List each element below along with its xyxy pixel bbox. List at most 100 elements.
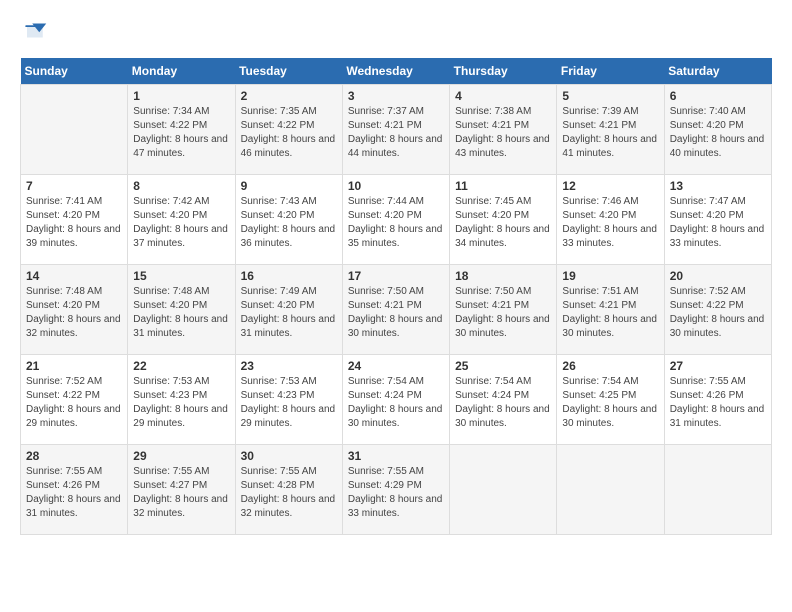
- day-number: 26: [562, 359, 658, 373]
- calendar-week-row: 21 Sunrise: 7:52 AMSunset: 4:22 PMDayligh…: [21, 355, 772, 445]
- calendar-table: SundayMondayTuesdayWednesdayThursdayFrid…: [20, 58, 772, 535]
- day-number: 22: [133, 359, 229, 373]
- calendar-week-row: 28Sunrise: 7:55 AMSunset: 4:26 PMDayligh…: [21, 445, 772, 535]
- day-number: 10: [348, 179, 444, 193]
- calendar-cell: [664, 445, 771, 535]
- calendar-cell: 30 Sunrise: 7:55 AMSunset: 4:28 PMDayligh…: [235, 445, 342, 535]
- calendar-cell: 9 Sunrise: 7:43 AMSunset: 4:20 PMDaylight…: [235, 175, 342, 265]
- calendar-cell: 26 Sunrise: 7:54 AMSunset: 4:25 PMDayligh…: [557, 355, 664, 445]
- day-info: Sunrise: 7:50 AMSunset: 4:21 PMDaylight:…: [348, 285, 444, 341]
- day-number: 14: [26, 269, 122, 283]
- day-info: Sunrise: 7:34 AMSunset: 4:22 PMDaylight:…: [133, 105, 229, 161]
- day-number: 3: [348, 89, 444, 103]
- day-number: 11: [455, 179, 551, 193]
- day-number: 18: [455, 269, 551, 283]
- day-number: 21: [26, 359, 122, 373]
- day-number: 27: [670, 359, 766, 373]
- day-info: Sunrise: 7:49 AMSunset: 4:20 PMDaylight:…: [241, 285, 337, 341]
- calendar-week-row: 7 Sunrise: 7:41 AMSunset: 4:20 PMDaylight…: [21, 175, 772, 265]
- day-number: 7: [26, 179, 122, 193]
- day-number: 19: [562, 269, 658, 283]
- header-monday: Monday: [128, 58, 235, 85]
- day-info: Sunrise: 7:52 AMSunset: 4:22 PMDaylight:…: [670, 285, 766, 341]
- calendar-cell: 10 Sunrise: 7:44 AMSunset: 4:20 PMDayligh…: [342, 175, 449, 265]
- day-number: 16: [241, 269, 337, 283]
- day-number: 5: [562, 89, 658, 103]
- calendar-cell: 1 Sunrise: 7:34 AMSunset: 4:22 PMDaylight…: [128, 85, 235, 175]
- calendar-cell: 13 Sunrise: 7:47 AMSunset: 4:20 PMDayligh…: [664, 175, 771, 265]
- header-tuesday: Tuesday: [235, 58, 342, 85]
- day-info: Sunrise: 7:51 AMSunset: 4:21 PMDaylight:…: [562, 285, 658, 341]
- calendar-cell: 17 Sunrise: 7:50 AMSunset: 4:21 PMDayligh…: [342, 265, 449, 355]
- day-info: Sunrise: 7:46 AMSunset: 4:20 PMDaylight:…: [562, 195, 658, 251]
- calendar-cell: 25 Sunrise: 7:54 AMSunset: 4:24 PMDayligh…: [450, 355, 557, 445]
- day-info: Sunrise: 7:45 AMSunset: 4:20 PMDaylight:…: [455, 195, 551, 251]
- calendar-cell: 21 Sunrise: 7:52 AMSunset: 4:22 PMDayligh…: [21, 355, 128, 445]
- day-number: 12: [562, 179, 658, 193]
- header-wednesday: Wednesday: [342, 58, 449, 85]
- day-info: Sunrise: 7:55 AMSunset: 4:26 PMDaylight:…: [26, 465, 122, 521]
- day-info: Sunrise: 7:43 AMSunset: 4:20 PMDaylight:…: [241, 195, 337, 251]
- calendar-cell: 6 Sunrise: 7:40 AMSunset: 4:20 PMDaylight…: [664, 85, 771, 175]
- day-number: 13: [670, 179, 766, 193]
- day-number: 29: [133, 449, 229, 463]
- calendar-cell: 16 Sunrise: 7:49 AMSunset: 4:20 PMDayligh…: [235, 265, 342, 355]
- calendar-cell: 29 Sunrise: 7:55 AMSunset: 4:27 PMDayligh…: [128, 445, 235, 535]
- calendar-cell: 18 Sunrise: 7:50 AMSunset: 4:21 PMDayligh…: [450, 265, 557, 355]
- calendar-cell: 14Sunrise: 7:48 AMSunset: 4:20 PMDayligh…: [21, 265, 128, 355]
- day-number: 30: [241, 449, 337, 463]
- day-info: Sunrise: 7:55 AMSunset: 4:29 PMDaylight:…: [348, 465, 444, 521]
- calendar-cell: 20Sunrise: 7:52 AMSunset: 4:22 PMDayligh…: [664, 265, 771, 355]
- calendar-cell: 23 Sunrise: 7:53 AMSunset: 4:23 PMDayligh…: [235, 355, 342, 445]
- day-number: 25: [455, 359, 551, 373]
- day-info: Sunrise: 7:44 AMSunset: 4:20 PMDaylight:…: [348, 195, 444, 251]
- day-info: Sunrise: 7:41 AMSunset: 4:20 PMDaylight:…: [26, 195, 122, 251]
- calendar-cell: 3 Sunrise: 7:37 AMSunset: 4:21 PMDaylight…: [342, 85, 449, 175]
- calendar-cell: 11 Sunrise: 7:45 AMSunset: 4:20 PMDayligh…: [450, 175, 557, 265]
- day-info: Sunrise: 7:47 AMSunset: 4:20 PMDaylight:…: [670, 195, 766, 251]
- calendar-cell: 2 Sunrise: 7:35 AMSunset: 4:22 PMDaylight…: [235, 85, 342, 175]
- calendar-cell: [450, 445, 557, 535]
- day-info: Sunrise: 7:55 AMSunset: 4:28 PMDaylight:…: [241, 465, 337, 521]
- day-info: Sunrise: 7:53 AMSunset: 4:23 PMDaylight:…: [241, 375, 337, 431]
- day-info: Sunrise: 7:55 AMSunset: 4:26 PMDaylight:…: [670, 375, 766, 431]
- day-number: 15: [133, 269, 229, 283]
- day-info: Sunrise: 7:52 AMSunset: 4:22 PMDaylight:…: [26, 375, 122, 431]
- logo-icon: [20, 20, 48, 48]
- calendar-cell: 27 Sunrise: 7:55 AMSunset: 4:26 PMDayligh…: [664, 355, 771, 445]
- calendar-cell: [557, 445, 664, 535]
- calendar-week-row: 14 Sunrise: 7:48 AMSunset: 4:20 PMDayligh…: [21, 265, 772, 355]
- calendar-cell: 5 Sunrise: 7:39 AMSunset: 4:21 PMDaylight…: [557, 85, 664, 175]
- day-info: Sunrise: 7:40 AMSunset: 4:20 PMDaylight:…: [670, 105, 766, 161]
- day-info: Sunrise: 7:35 AMSunset: 4:22 PMDaylight:…: [241, 105, 337, 161]
- day-info: Sunrise: 7:48 AMSunset: 4:20 PMDaylight:…: [133, 285, 229, 341]
- day-number: 2: [241, 89, 337, 103]
- day-number: 9: [241, 179, 337, 193]
- page-header: [20, 20, 772, 48]
- calendar-cell: 19 Sunrise: 7:51 AMSunset: 4:21 PMDayligh…: [557, 265, 664, 355]
- day-number: 1: [133, 89, 229, 103]
- day-info: Sunrise: 7:37 AMSunset: 4:21 PMDaylight:…: [348, 105, 444, 161]
- day-info: Sunrise: 7:42 AMSunset: 4:20 PMDaylight:…: [133, 195, 229, 251]
- day-info: Sunrise: 7:54 AMSunset: 4:24 PMDaylight:…: [455, 375, 551, 431]
- day-info: Sunrise: 7:53 AMSunset: 4:23 PMDaylight:…: [133, 375, 229, 431]
- calendar-cell: 31Sunrise: 7:55 AMSunset: 4:29 PMDayligh…: [342, 445, 449, 535]
- calendar-cell: 12 Sunrise: 7:46 AMSunset: 4:20 PMDayligh…: [557, 175, 664, 265]
- day-number: 4: [455, 89, 551, 103]
- day-info: Sunrise: 7:39 AMSunset: 4:21 PMDaylight:…: [562, 105, 658, 161]
- logo: [20, 20, 52, 48]
- day-info: Sunrise: 7:50 AMSunset: 4:21 PMDaylight:…: [455, 285, 551, 341]
- calendar-week-row: 1 Sunrise: 7:34 AMSunset: 4:22 PMDaylight…: [21, 85, 772, 175]
- day-number: 23: [241, 359, 337, 373]
- day-number: 17: [348, 269, 444, 283]
- header-sunday: Sunday: [21, 58, 128, 85]
- calendar-cell: 22 Sunrise: 7:53 AMSunset: 4:23 PMDayligh…: [128, 355, 235, 445]
- day-info: Sunrise: 7:54 AMSunset: 4:25 PMDaylight:…: [562, 375, 658, 431]
- header-saturday: Saturday: [664, 58, 771, 85]
- calendar-cell: 15 Sunrise: 7:48 AMSunset: 4:20 PMDayligh…: [128, 265, 235, 355]
- calendar-header-row: SundayMondayTuesdayWednesdayThursdayFrid…: [21, 58, 772, 85]
- day-info: Sunrise: 7:55 AMSunset: 4:27 PMDaylight:…: [133, 465, 229, 521]
- calendar-cell: 24Sunrise: 7:54 AMSunset: 4:24 PMDayligh…: [342, 355, 449, 445]
- day-number: 6: [670, 89, 766, 103]
- day-number: 24: [348, 359, 444, 373]
